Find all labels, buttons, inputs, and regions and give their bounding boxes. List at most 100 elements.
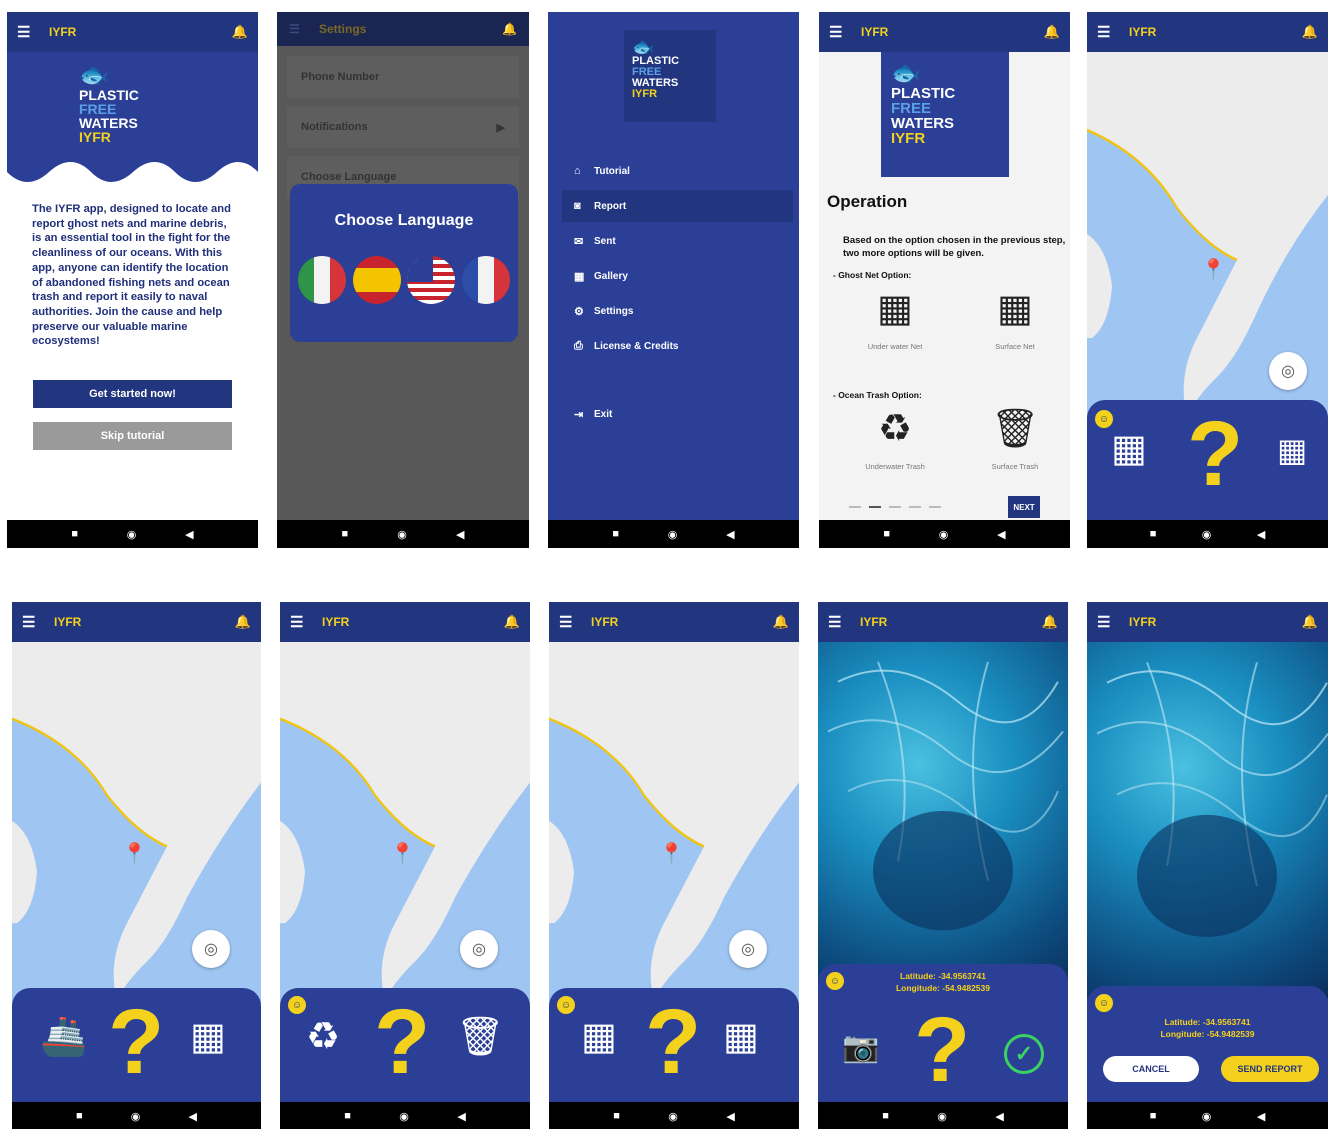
home-icon[interactable]: ◉ (1202, 1110, 1212, 1123)
home-icon[interactable]: ◉ (131, 1110, 141, 1123)
info-icon[interactable]: ☺ (1095, 994, 1113, 1012)
notifications-row[interactable]: Notifications ▶ (287, 106, 519, 148)
back-icon[interactable]: ◀ (995, 1110, 1003, 1123)
menu-icon[interactable]: ☰ (829, 23, 853, 41)
menu-icon[interactable]: ☰ (559, 613, 583, 631)
drawer-item-settings[interactable]: ⚙ Settings (562, 295, 793, 327)
france-flag-icon[interactable] (462, 256, 510, 304)
confirm-check-icon[interactable]: ✓ (1004, 1034, 1044, 1074)
system-nav-bar: ■ ◉ ◀ (277, 520, 529, 548)
drawer-item-report[interactable]: ◙ Report (562, 190, 793, 222)
bell-icon[interactable]: 🔔 (235, 614, 251, 630)
back-icon[interactable]: ◀ (188, 1110, 196, 1123)
menu-icon[interactable]: ☰ (828, 613, 852, 631)
underwater-net-icon: ▦ (877, 288, 913, 330)
recents-icon[interactable]: ■ (1150, 528, 1157, 540)
my-location-button[interactable]: ◎ (192, 930, 230, 968)
recents-icon[interactable]: ■ (71, 528, 78, 540)
bell-icon[interactable]: 🔔 (1302, 614, 1318, 630)
menu-icon[interactable]: ☰ (1097, 23, 1121, 41)
menu-icon[interactable]: ☰ (17, 23, 41, 41)
skip-tutorial-button[interactable]: Skip tutorial (33, 422, 232, 450)
underwater-trash-icon[interactable]: ♻ (306, 1018, 340, 1056)
spain-flag-icon[interactable] (353, 256, 401, 304)
recents-icon[interactable]: ■ (344, 1110, 351, 1122)
home-icon[interactable]: ◉ (939, 528, 949, 541)
menu-icon[interactable]: ☰ (289, 22, 313, 36)
screen-drawer: 🐟 PLASTIC FREE WATERS IYFR ⌂ Tutorial ◙ Re… (548, 12, 799, 548)
phone-number-row[interactable]: Phone Number (287, 56, 519, 98)
my-location-button[interactable]: ◎ (460, 930, 498, 968)
surface-trash-icon[interactable]: 🗑 (456, 1018, 504, 1056)
home-icon[interactable]: ◉ (937, 1110, 947, 1123)
italy-flag-icon[interactable] (298, 256, 346, 304)
home-icon[interactable]: ◉ (668, 1110, 678, 1123)
menu-icon[interactable]: ☰ (22, 613, 46, 631)
map-pin-icon[interactable]: 📍 (1201, 260, 1226, 280)
home-icon[interactable]: ◉ (127, 528, 137, 541)
back-icon[interactable]: ◀ (1257, 528, 1265, 541)
drawer-item-label: Gallery (594, 270, 628, 282)
map-pin-icon[interactable]: 📍 (659, 844, 684, 864)
logo: 🐟 PLASTIC FREE WATERS IYFR (881, 52, 1009, 177)
recents-icon[interactable]: ■ (76, 1110, 83, 1122)
back-icon[interactable]: ◀ (457, 1110, 465, 1123)
bell-icon[interactable]: 🔔 (773, 614, 789, 630)
recents-icon[interactable]: ■ (883, 528, 890, 540)
bell-icon[interactable]: 🔔 (232, 24, 248, 40)
recents-icon[interactable]: ■ (882, 1110, 889, 1122)
map-pin-icon[interactable]: 📍 (390, 844, 415, 864)
recents-icon[interactable]: ■ (612, 528, 619, 540)
net-icon[interactable]: ▦ (1277, 434, 1307, 466)
bell-icon[interactable]: 🔔 (1042, 614, 1058, 630)
back-icon[interactable]: ◀ (456, 528, 464, 541)
next-button[interactable]: NEXT (1008, 496, 1040, 518)
question-mark-icon: ? (914, 999, 971, 1101)
ghost-net-label: - Ghost Net Option: (833, 270, 912, 280)
map-pin-icon[interactable]: 📍 (122, 844, 147, 864)
marlin-icon: 🐟 (632, 37, 655, 57)
app-bar: ☰ IYFR 🔔 (1087, 602, 1328, 642)
drawer-item-sent[interactable]: ✉ Sent (562, 225, 793, 257)
home-icon[interactable]: ◉ (1202, 528, 1212, 541)
surface-net-icon[interactable]: ▦ (723, 1018, 759, 1056)
drawer-item-license[interactable]: ⎙ License & Credits (562, 330, 793, 362)
usa-flag-icon[interactable] (407, 256, 455, 304)
recents-icon[interactable]: ■ (613, 1110, 620, 1122)
my-location-button[interactable]: ◎ (729, 930, 767, 968)
home-icon[interactable]: ◉ (668, 528, 678, 541)
drawer-item-gallery[interactable]: ▦ Gallery (562, 260, 793, 292)
ocean-trash-icon[interactable]: 🚢 (40, 1018, 87, 1056)
cancel-button[interactable]: CANCEL (1103, 1056, 1199, 1082)
back-icon[interactable]: ◀ (726, 528, 734, 541)
bell-icon[interactable]: 🔔 (504, 614, 520, 630)
menu-icon[interactable]: ☰ (1097, 613, 1121, 631)
bell-icon[interactable]: 🔔 (1044, 24, 1060, 40)
bell-icon[interactable]: 🔔 (502, 22, 517, 36)
drawer-item-tutorial[interactable]: ⌂ Tutorial (562, 155, 793, 187)
camera-icon[interactable]: 📷 (842, 1030, 879, 1065)
bell-icon[interactable]: 🔔 (1302, 24, 1318, 40)
home-icon[interactable]: ◉ (399, 1110, 409, 1123)
home-icon[interactable]: ◉ (397, 528, 407, 541)
back-icon[interactable]: ◀ (726, 1110, 734, 1123)
app-bar: ☰ IYFR 🔔 (280, 602, 530, 642)
info-icon[interactable]: ☺ (557, 996, 575, 1014)
ghost-net-icon[interactable]: ▦ (190, 1018, 226, 1056)
get-started-button[interactable]: Get started now! (33, 380, 232, 408)
info-icon[interactable]: ☺ (288, 996, 306, 1014)
screen-map-select: ☰ IYFR 🔔 📍 ◎ ☺ ▦ ? ▦ ■ ◉ ◀ (1087, 12, 1328, 548)
back-icon[interactable]: ◀ (997, 528, 1005, 541)
system-nav-bar: ■ ◉ ◀ (549, 1102, 799, 1129)
recents-icon[interactable]: ■ (1150, 1110, 1157, 1122)
ghost-net-icon[interactable]: ▦ (1111, 430, 1147, 468)
my-location-button[interactable]: ◎ (1269, 352, 1307, 390)
drawer-item-exit[interactable]: ⇥ Exit (562, 398, 793, 430)
back-icon[interactable]: ◀ (185, 528, 193, 541)
underwater-net-icon[interactable]: ▦ (581, 1018, 617, 1056)
recents-icon[interactable]: ■ (342, 528, 349, 540)
menu-icon[interactable]: ☰ (290, 613, 314, 631)
send-report-button[interactable]: SEND REPORT (1221, 1056, 1319, 1082)
back-icon[interactable]: ◀ (1257, 1110, 1265, 1123)
info-icon[interactable]: ☺ (1095, 410, 1113, 428)
